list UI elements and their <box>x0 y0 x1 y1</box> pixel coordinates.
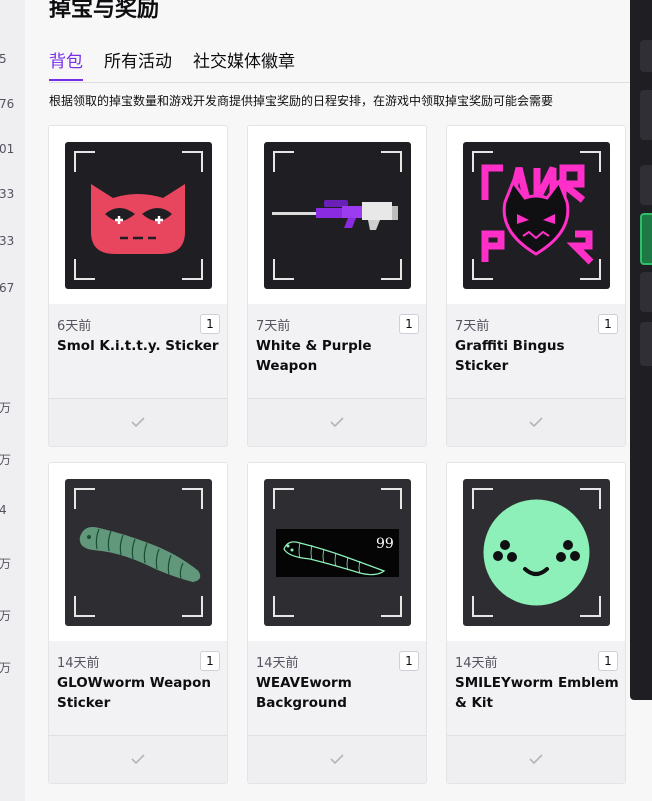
glowworm-icon <box>65 479 212 626</box>
card-age: 14天前 <box>455 656 498 671</box>
card-title: GLOWworm Weapon Sticker <box>57 675 211 711</box>
tab-all-campaigns[interactable]: 所有活动 <box>104 50 172 81</box>
card-age: 14天前 <box>57 656 100 671</box>
right-overlay-panel <box>630 0 652 700</box>
inventory-card[interactable]: 6天前 1 Smol K.i.t.t.y. Sticker <box>48 125 228 447</box>
card-image-area <box>447 463 625 641</box>
sidebar-count: 67 <box>0 281 15 295</box>
panel-button[interactable] <box>640 272 652 312</box>
smiley-face-icon <box>463 479 610 626</box>
card-age: 7天前 <box>256 319 291 334</box>
inventory-card[interactable]: 7天前 1 White & Purple Weapon <box>247 125 427 447</box>
card-title: Smol K.i.t.t.y. Sticker <box>57 338 219 354</box>
card-image-area <box>248 126 426 304</box>
card-age: 7天前 <box>455 319 490 334</box>
sidebar-count: 4 <box>0 503 7 517</box>
card-info: 6天前 1 Smol K.i.t.t.y. Sticker <box>49 304 227 398</box>
claimed-status <box>49 398 227 446</box>
card-title: SMILEYworm Emblem & Kit <box>455 675 619 711</box>
sidebar-count: 万 <box>0 661 12 675</box>
card-info: 7天前 1 White & Purple Weapon <box>248 304 426 398</box>
claimed-status <box>447 735 625 783</box>
sniper-rifle-icon <box>264 142 411 289</box>
sidebar-count: 万 <box>0 453 12 467</box>
claimed-status <box>248 398 426 446</box>
tab-inventory[interactable]: 背包 <box>49 50 83 81</box>
panel-green-button[interactable] <box>640 213 652 265</box>
panel-button[interactable] <box>640 165 652 205</box>
inventory-card[interactable]: 14天前 1 GLOWworm Weapon Sticker <box>48 462 228 784</box>
tab-bar: 背包 所有活动 社交媒体徽章 <box>49 50 316 83</box>
kitty-sticker-icon <box>65 142 212 289</box>
check-icon <box>529 754 543 764</box>
sidebar-count: 万 <box>0 557 12 571</box>
page-title: 掉宝与奖励 <box>49 0 160 22</box>
check-icon <box>330 754 344 764</box>
card-image-area <box>447 126 625 304</box>
panel-button[interactable] <box>640 322 652 366</box>
card-image-area: 99 <box>248 463 426 641</box>
card-count-badge: 1 <box>399 651 419 671</box>
card-title: Graffiti Bingus Sticker <box>455 338 565 374</box>
inventory-card[interactable]: 99 14天前 1 WEAVEworm Background <box>247 462 427 784</box>
panel-button[interactable] <box>640 90 652 140</box>
check-icon <box>529 417 543 427</box>
card-info: 14天前 1 GLOWworm Weapon Sticker <box>49 641 227 735</box>
claimed-status <box>447 398 625 446</box>
sidebar-count: 万 <box>0 401 12 415</box>
card-title: White & Purple Weapon <box>256 338 372 374</box>
check-icon <box>131 754 145 764</box>
sidebar-count: 33 <box>0 187 15 201</box>
sidebar-count: 万 <box>0 609 12 623</box>
panel-button[interactable] <box>640 40 652 72</box>
left-sidebar: 5 76 01 33 33 67 万 万 4 万 万 万 <box>0 0 25 801</box>
card-info: 14天前 1 SMILEYworm Emblem & Kit <box>447 641 625 735</box>
card-info: 14天前 1 WEAVEworm Background <box>248 641 426 735</box>
tab-divider <box>49 82 630 83</box>
inventory-description: 根据领取的掉宝数量和游戏开发商提供掉宝奖励的日程安排，在游戏中领取掉宝奖励可能会… <box>49 94 554 108</box>
graffiti-cat-icon <box>463 142 610 289</box>
card-age: 6天前 <box>57 319 92 334</box>
card-count-badge: 1 <box>598 314 618 334</box>
card-image-area <box>49 463 227 641</box>
claimed-status <box>248 735 426 783</box>
card-count-badge: 1 <box>598 651 618 671</box>
tab-social-badges[interactable]: 社交媒体徽章 <box>193 50 295 81</box>
inventory-card[interactable]: 14天前 1 SMILEYworm Emblem & Kit <box>446 462 626 784</box>
claimed-status <box>49 735 227 783</box>
check-icon <box>330 417 344 427</box>
card-count-badge: 1 <box>399 314 419 334</box>
card-count-badge: 1 <box>200 314 220 334</box>
inventory-card[interactable]: 7天前 1 Graffiti Bingus Sticker <box>446 125 626 447</box>
sidebar-count: 33 <box>0 234 15 248</box>
sidebar-count: 5 <box>0 52 7 66</box>
drops-main: 掉宝与奖励 背包 所有活动 社交媒体徽章 根据领取的掉宝数量和游戏开发商提供掉宝… <box>25 0 630 801</box>
check-icon <box>131 417 145 427</box>
weaveworm-icon: 99 <box>264 479 411 626</box>
sidebar-count: 01 <box>0 142 15 156</box>
card-age: 14天前 <box>256 656 299 671</box>
background-number: 99 <box>376 536 394 552</box>
card-image-area <box>49 126 227 304</box>
card-info: 7天前 1 Graffiti Bingus Sticker <box>447 304 625 398</box>
sidebar-count: 76 <box>0 97 15 111</box>
card-title: WEAVEworm Background <box>256 675 352 711</box>
card-count-badge: 1 <box>200 651 220 671</box>
